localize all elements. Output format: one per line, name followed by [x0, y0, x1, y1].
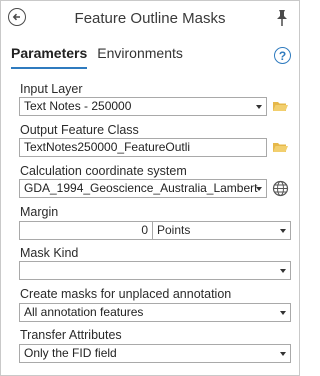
folder-icon: [273, 143, 288, 152]
unplaced-label: Create masks for unplaced annotation: [20, 287, 232, 301]
input-layer-value: Text Notes - 250000: [24, 99, 132, 113]
transfer-attributes-select[interactable]: Only the FID field: [19, 344, 291, 363]
input-layer-select[interactable]: Text Notes - 250000: [19, 97, 267, 116]
chevron-down-icon: [256, 105, 262, 109]
margin-units-select[interactable]: Points: [153, 221, 291, 240]
input-layer-browse-button[interactable]: [272, 99, 289, 113]
coordinate-system-select[interactable]: GDA_1994_Geoscience_Australia_Lambert: [19, 179, 267, 198]
transfer-attributes-label: Transfer Attributes: [20, 328, 122, 342]
coordinate-system-value: GDA_1994_Geoscience_Australia_Lambert: [24, 181, 258, 195]
chevron-down-icon: [280, 352, 286, 356]
chevron-down-icon: [280, 229, 286, 233]
mask-kind-label: Mask Kind: [20, 246, 79, 260]
output-browse-button[interactable]: [272, 140, 289, 154]
tool-title: Feature Outline Masks: [74, 10, 226, 27]
globe-icon: [272, 180, 289, 197]
tab-parameters[interactable]: Parameters: [11, 45, 88, 69]
geoprocessing-pane: Feature Outline Masks Parameters Environ…: [0, 0, 300, 376]
help-icon: ?: [278, 48, 287, 63]
output-feature-class-label: Output Feature Class: [20, 123, 139, 137]
chevron-down-icon: [256, 187, 262, 191]
unplaced-value: All annotation features: [24, 305, 144, 319]
pin-button[interactable]: [274, 9, 290, 27]
margin-label: Margin: [20, 205, 59, 219]
folder-icon: [273, 102, 288, 111]
output-feature-class-value: TextNotes250000_FeatureOutli: [24, 140, 191, 154]
tab-environments[interactable]: Environments: [97, 45, 183, 69]
margin-units-value: Points: [157, 223, 191, 237]
chevron-down-icon: [280, 311, 286, 315]
coordinate-system-picker-button[interactable]: [272, 180, 289, 197]
help-button[interactable]: ?: [274, 47, 291, 64]
margin-value-input[interactable]: 0: [19, 221, 153, 240]
tab-bar: Parameters Environments: [11, 45, 193, 69]
pin-icon: [277, 10, 287, 26]
transfer-attributes-value: Only the FID field: [24, 346, 117, 360]
pane-header: Feature Outline Masks: [1, 1, 299, 37]
coordinate-system-label: Calculation coordinate system: [20, 164, 187, 178]
output-feature-class-input[interactable]: TextNotes250000_FeatureOutli: [19, 138, 267, 157]
mask-kind-select[interactable]: [19, 261, 291, 280]
unplaced-select[interactable]: All annotation features: [19, 303, 291, 322]
input-layer-label: Input Layer: [20, 82, 83, 96]
chevron-down-icon: [280, 269, 286, 273]
